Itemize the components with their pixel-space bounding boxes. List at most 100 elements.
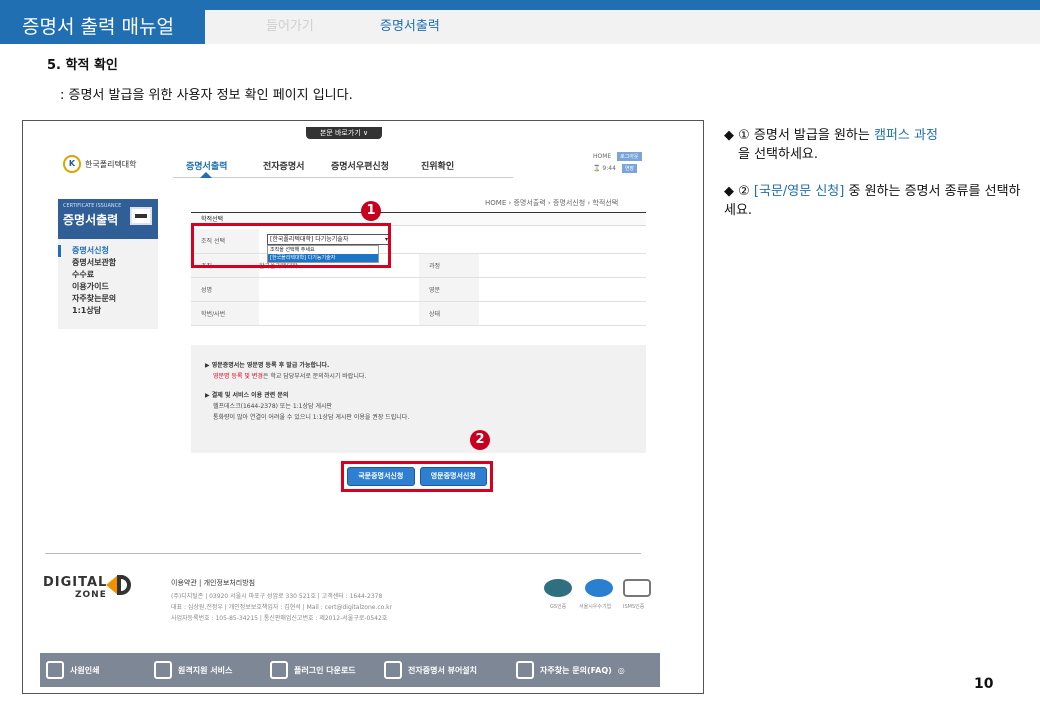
gnav-certificate-mail[interactable]: 증명서우편신청 bbox=[331, 159, 389, 172]
screenshot-frame: 본문 바로가기 ∨ K 한국폴리텍대학 증명서출력 전자증명서 증명서우편신청 … bbox=[22, 120, 704, 694]
gnav-verify[interactable]: 진위확인 bbox=[421, 159, 454, 172]
notice-rest-text: 은 학교 담당부서로 문의하시기 바랍니다. bbox=[262, 373, 367, 380]
quick-plugin-label: 플러그인 다운로드 bbox=[294, 665, 356, 675]
rss-icon bbox=[270, 661, 288, 679]
seoul-cert-label: 서울시우수기업 bbox=[579, 604, 612, 610]
quick-viewer-link[interactable]: 전자증명서 뷰어설치 bbox=[378, 653, 510, 687]
manual-tab-intro[interactable]: 들어가기 bbox=[266, 10, 314, 44]
seoul-cert-icon bbox=[585, 579, 613, 597]
clock-icon: ⌛ bbox=[593, 165, 601, 172]
step-marker-2: 2 bbox=[470, 430, 490, 450]
lnb-item-consult[interactable]: 1:1상담 bbox=[58, 305, 158, 317]
lnb-menu: 증명서신청 증명서보관함 수수료 이용가이드 자주찾는문의 1:1상담 bbox=[58, 239, 158, 329]
lnb-item-faq[interactable]: 자주찾는문의 bbox=[58, 293, 158, 305]
step-marker-1: 1 bbox=[361, 201, 381, 221]
skip-to-content-link[interactable]: 본문 바로가기 ∨ bbox=[306, 127, 382, 139]
printer-icon bbox=[130, 207, 152, 225]
footer-info-contact: 대표 : 심상원,전정우 | 개인정보보호책임자 : 김현석 | Mail : … bbox=[171, 604, 393, 611]
table-row: 성명 영문 bbox=[191, 277, 646, 302]
quick-faq-label: 자주찾는 문의(FAQ) bbox=[540, 665, 612, 675]
note1-suffix: 을 선택하세요. bbox=[738, 147, 819, 162]
footer-info-company: (주)디지털존 | 03920 서울시 마포구 성암로 330 521호 | 고… bbox=[171, 593, 383, 600]
eng-name-label: 영문 bbox=[419, 277, 479, 302]
note-step-1: ◆ ① 증명서 발급을 원하는 캠퍼스 과정 을 선택하세요. bbox=[724, 126, 1024, 164]
side-notes: ◆ ① 증명서 발급을 원하는 캠퍼스 과정 을 선택하세요. ◆ ② [국문/… bbox=[724, 126, 1024, 220]
quick-remote-link[interactable]: 원격지원 서비스 bbox=[148, 653, 264, 687]
polytech-logo-icon: K bbox=[63, 155, 81, 173]
section-description: : 증명서 발급을 위한 사용자 정보 확인 페이지 입니다. bbox=[60, 88, 353, 103]
digitalzone-logo: DIGITAL ZONE bbox=[43, 575, 108, 601]
notice-line-english: ▶ 영문증명서는 영문명 등록 후 발급 가능합니다. bbox=[205, 362, 330, 369]
notice-line-contact: ▶ 결제 및 서비스 이용 관련 문의 bbox=[205, 392, 289, 399]
extend-session-button[interactable]: 연장 bbox=[621, 164, 638, 173]
gnav-certificate-print[interactable]: 증명서출력 bbox=[186, 159, 227, 172]
footer-info-registration: 사업자등록번호 : 105-85-34215 | 통신판매업신고번호 : 제20… bbox=[171, 615, 388, 622]
course-value bbox=[479, 253, 646, 278]
table-row: 학번/사번 상태 bbox=[191, 301, 646, 326]
lnb-item-storage[interactable]: 증명서보관함 bbox=[58, 257, 158, 269]
notice-line-helpdesk: 헬프데스크(1644-2378) 또는 1:1상담 게시판 bbox=[213, 403, 333, 410]
breadcrumb: HOME › 증명서출력 › 증명서신청 › 학적선택 bbox=[485, 199, 619, 207]
session-timer: 9:44 bbox=[602, 165, 616, 172]
lnb-item-guide[interactable]: 이용가이드 bbox=[58, 281, 158, 293]
note2-prefix: ◆ ② bbox=[724, 184, 754, 199]
top-stripe bbox=[0, 0, 1040, 10]
english-certificate-button[interactable]: 영문증명서신청 bbox=[419, 467, 487, 486]
note-step-2: ◆ ② [국문/영문 신청] 중 원하는 증명서 종류를 선택하세요. bbox=[724, 182, 1024, 220]
student-id-value bbox=[259, 301, 419, 326]
student-id-label: 학번/사번 bbox=[191, 301, 259, 326]
lnb-header: CERTIFICATE ISSUANCE 증명서출력 bbox=[58, 199, 158, 239]
digitalzone-logo-bottom: ZONE bbox=[75, 590, 107, 600]
status-label: 상태 bbox=[419, 301, 479, 326]
monitor-icon bbox=[516, 661, 534, 679]
eng-name-value bbox=[479, 277, 646, 302]
logout-button[interactable]: 로그아웃 bbox=[617, 152, 642, 161]
bottom-quick-bar: 사원인쇄 원격지원 서비스 플러그인 다운로드 전자증명서 뷰어설치 자주찾는 … bbox=[40, 653, 660, 687]
isms-cert-icon bbox=[623, 579, 651, 597]
isms-cert-label: ISMS인증 bbox=[623, 604, 645, 610]
notice-line-recommend: 통화량이 많아 연결이 어려울 수 있으니 1:1상담 게시판 이용을 권장 드… bbox=[213, 414, 410, 421]
status-value bbox=[479, 301, 646, 326]
gs-cert-label: GS인증 bbox=[550, 604, 567, 610]
name-value bbox=[259, 277, 419, 302]
digitalzone-logo-top: DIGITAL bbox=[43, 575, 108, 590]
quick-viewer-label: 전자증명서 뷰어설치 bbox=[408, 665, 478, 675]
notice-line-english-detail: 영문명 등록 및 변경은 학교 담당부서로 문의하시기 바랍니다. bbox=[205, 371, 632, 382]
util-home-link[interactable]: HOME bbox=[593, 153, 611, 160]
page-number: 10 bbox=[974, 676, 994, 692]
lnb-item-fee[interactable]: 수수료 bbox=[58, 269, 158, 281]
course-label: 과정 bbox=[419, 253, 479, 278]
gs-cert-icon bbox=[544, 579, 572, 597]
footer-links[interactable]: 이용약관 | 개인정보처리방침 bbox=[171, 578, 255, 588]
lnb-item-apply[interactable]: 증명서신청 bbox=[58, 245, 158, 257]
korean-certificate-button[interactable]: 국문증명서신청 bbox=[347, 467, 415, 486]
quick-plugin-link[interactable]: 플러그인 다운로드 bbox=[264, 653, 378, 687]
site-logo[interactable]: K 한국폴리텍대학 bbox=[63, 155, 137, 173]
manual-title: 증명서 출력 매뉴얼 bbox=[0, 10, 205, 44]
document-icon bbox=[154, 661, 172, 679]
util-home-row: HOME 로그아웃 bbox=[593, 152, 642, 161]
notice-box: ▶ 영문증명서는 영문명 등록 후 발급 가능합니다. 영문명 등록 및 변경은… bbox=[191, 345, 646, 453]
search-user-icon: ◎ bbox=[617, 665, 625, 675]
highlight-box-org-select bbox=[191, 223, 391, 268]
download-tray-icon bbox=[384, 661, 402, 679]
footer-divider bbox=[45, 553, 641, 554]
note1-highlight: 캠퍼스 과정 bbox=[873, 128, 938, 143]
notice-red-text: 영문명 등록 및 변경 bbox=[213, 373, 263, 380]
util-session-row: ⌛ 9:44 연장 bbox=[593, 164, 638, 173]
site-logo-text: 한국폴리텍대학 bbox=[85, 159, 137, 169]
gnav-active-caret-icon bbox=[200, 172, 212, 178]
digitalzone-d-icon bbox=[117, 575, 131, 595]
quick-faq-link[interactable]: 자주찾는 문의(FAQ) ◎ bbox=[510, 653, 650, 687]
quick-remote-label: 원격지원 서비스 bbox=[178, 665, 233, 675]
quick-print-link[interactable]: 사원인쇄 bbox=[40, 653, 148, 687]
manual-header-bar bbox=[205, 10, 1040, 44]
highlight-box-apply-buttons: 국문증명서신청 영문증명서신청 bbox=[341, 461, 493, 492]
gnav-e-certificate[interactable]: 전자증명서 bbox=[263, 159, 304, 172]
manual-tab-certificate[interactable]: 증명서출력 bbox=[380, 10, 440, 44]
note1-prefix: ◆ ① 증명서 발급을 원하는 bbox=[724, 128, 874, 143]
note2-highlight: [국문/영문 신청] bbox=[753, 184, 845, 199]
quick-print-label: 사원인쇄 bbox=[70, 665, 100, 675]
name-label: 성명 bbox=[191, 277, 259, 302]
section-title: 5. 학적 확인 bbox=[47, 58, 118, 73]
